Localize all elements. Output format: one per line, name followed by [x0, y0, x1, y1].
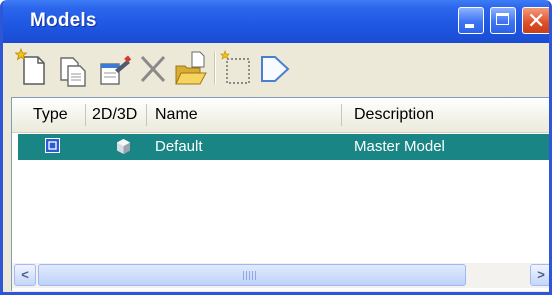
scroll-right-button[interactable]: > [530, 264, 549, 286]
create-sheet-button[interactable] [219, 48, 255, 88]
3d-cube-icon [117, 139, 130, 154]
delete-model-button[interactable] [135, 48, 171, 88]
open-folder-icon [175, 51, 207, 85]
toolbar [11, 44, 549, 94]
arrow-shape-icon [261, 56, 290, 82]
minimize-button[interactable] [458, 7, 484, 34]
copy-model-button[interactable] [55, 48, 91, 88]
set-active-button[interactable] [257, 48, 293, 88]
edit-properties-button[interactable] [97, 48, 133, 88]
column-header-type[interactable]: Type [33, 106, 68, 124]
grip-icon [243, 271, 257, 280]
new-document-icon [15, 48, 45, 85]
table-row[interactable]: Default Master Model [18, 134, 549, 160]
design-model-icon [45, 138, 60, 153]
maximize-button[interactable] [490, 7, 516, 34]
column-header-name[interactable]: Name [155, 106, 198, 124]
close-icon: ✕ [527, 8, 546, 33]
chevron-left-icon: < [21, 267, 29, 282]
column-divider[interactable] [146, 104, 147, 126]
column-header-2d3d[interactable]: 2D/3D [92, 106, 137, 124]
column-divider[interactable] [85, 104, 86, 126]
window-title: Models [30, 10, 97, 31]
copy-document-icon [60, 57, 86, 87]
toolbar-separator [214, 52, 215, 84]
list-header: Type 2D/3D Name Description [12, 98, 549, 133]
models-list[interactable]: Type 2D/3D Name Description Default Mast… [11, 97, 549, 291]
chevron-right-icon: > [537, 267, 545, 282]
import-model-button[interactable] [173, 48, 209, 88]
models-dialog: Models ✕ Type 2D/3D Name Description Def… [0, 0, 552, 295]
dotted-rectangle-icon [220, 50, 250, 84]
delete-x-icon [140, 55, 166, 83]
column-header-description[interactable]: Description [354, 106, 434, 124]
horizontal-scrollbar[interactable]: < > [12, 263, 549, 288]
new-model-button[interactable] [15, 48, 51, 88]
scroll-left-button[interactable]: < [14, 264, 36, 286]
title-bar[interactable]: Models ✕ [3, 0, 549, 43]
column-divider[interactable] [341, 104, 342, 126]
model-description: Master Model [354, 138, 445, 155]
properties-icon [100, 55, 132, 85]
scroll-thumb[interactable] [38, 264, 466, 286]
model-name: Default [155, 138, 203, 155]
close-button[interactable]: ✕ [522, 7, 549, 34]
